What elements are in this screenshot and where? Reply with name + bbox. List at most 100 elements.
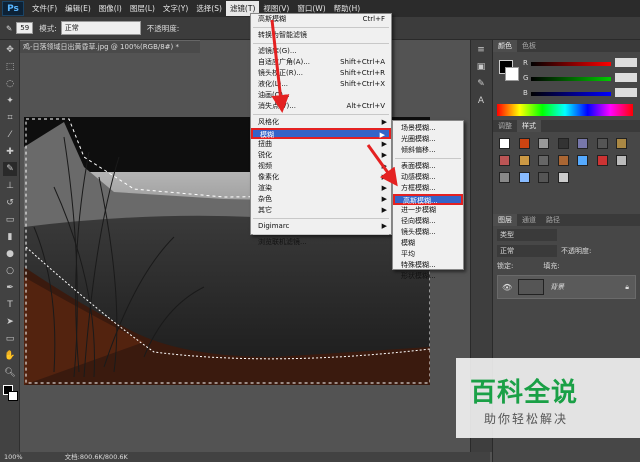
style-swatch[interactable] — [499, 138, 510, 149]
menu-select[interactable]: 选择(S) — [192, 1, 226, 16]
layer-row-background[interactable]: 👁︎ 背景 🔒︎ — [497, 275, 636, 299]
tab-color[interactable]: 颜色 — [493, 40, 517, 52]
history-panel-icon[interactable]: ≡ — [474, 43, 488, 57]
eraser-tool-icon[interactable]: ▭ — [3, 213, 17, 227]
menu-item-sharpen[interactable]: 锐化 ▶ — [251, 150, 391, 161]
menu-item-render[interactable]: 渲染 ▶ — [251, 183, 391, 194]
style-swatch[interactable] — [577, 138, 589, 149]
menu-item-convert-smart-filter[interactable]: 转换为智能滤镜 — [251, 30, 391, 41]
style-swatch[interactable] — [538, 172, 550, 183]
menu-file[interactable]: 文件(F) — [28, 1, 61, 16]
g-value-field[interactable] — [615, 73, 637, 82]
brush-tool-icon[interactable]: ✎ — [3, 162, 17, 176]
character-panel-icon[interactable]: A — [474, 94, 488, 108]
style-swatch[interactable] — [557, 172, 569, 183]
submenu-lens-blur[interactable]: 镜头模糊... — [393, 227, 463, 238]
mode-select[interactable]: 正常 — [60, 21, 141, 35]
lasso-tool-icon[interactable]: ◌ — [3, 77, 17, 91]
submenu-box-blur[interactable]: 方框模糊... — [393, 183, 463, 194]
submenu-tilt-shift[interactable]: 倾斜偏移... — [393, 145, 463, 156]
blend-mode-select[interactable]: 正常 — [497, 245, 557, 257]
style-swatch[interactable] — [538, 138, 550, 149]
crop-tool-icon[interactable]: ⌗ — [3, 111, 17, 125]
menu-item-blur[interactable]: 模糊 ▶ — [251, 128, 391, 139]
tab-styles[interactable]: 样式 — [517, 120, 541, 132]
submenu-average[interactable]: 平均 — [393, 249, 463, 260]
submenu-iris-blur[interactable]: 光圈模糊... — [393, 134, 463, 145]
r-slider[interactable] — [531, 62, 611, 66]
style-swatch[interactable] — [499, 172, 510, 183]
tab-channels[interactable]: 通道 — [517, 214, 541, 226]
eye-icon[interactable]: 👁︎ — [502, 283, 512, 292]
style-swatch[interactable] — [596, 138, 608, 149]
menu-item-filter-gallery[interactable]: 滤镜库(G)... — [251, 46, 391, 57]
submenu-motion-blur[interactable]: 动感模糊... — [393, 172, 463, 183]
style-swatch[interactable] — [577, 155, 589, 166]
b-slider[interactable] — [531, 92, 611, 96]
menu-item-noise[interactable]: 杂色 ▶ — [251, 194, 391, 205]
brush-panel-icon[interactable]: ✎ — [474, 77, 488, 91]
submenu-shape-blur[interactable]: 形状模糊... — [393, 271, 463, 282]
style-swatch[interactable] — [616, 138, 628, 149]
zoom-tool-icon[interactable]: 🔍︎ — [3, 366, 17, 380]
style-swatch[interactable] — [596, 155, 608, 166]
brush-tool-icon[interactable]: ✎ — [6, 24, 12, 33]
menu-item-browse-online[interactable]: 浏览联机滤镜... — [251, 237, 391, 248]
menu-item-other[interactable]: 其它 ▶ — [251, 205, 391, 216]
submenu-gaussian-blur[interactable]: 高斯模糊... — [393, 194, 463, 205]
tab-paths[interactable]: 路径 — [541, 214, 565, 226]
menu-item-vanishing-point[interactable]: 消失点(V)... Alt+Ctrl+V — [251, 101, 391, 112]
style-swatch[interactable] — [538, 155, 550, 166]
stamp-tool-icon[interactable]: ⊥ — [3, 179, 17, 193]
marquee-tool-icon[interactable]: ⬚ — [3, 60, 17, 74]
style-swatch[interactable] — [557, 138, 569, 149]
type-tool-icon[interactable]: T — [3, 298, 17, 312]
gradient-tool-icon[interactable]: ▮ — [3, 230, 17, 244]
style-swatch[interactable] — [518, 172, 530, 183]
style-swatch[interactable] — [499, 155, 510, 166]
blur-tool-icon[interactable]: ● — [3, 247, 17, 261]
style-swatch[interactable] — [518, 138, 530, 149]
menu-type[interactable]: 文字(Y) — [159, 1, 192, 16]
tab-layers[interactable]: 图层 — [493, 214, 517, 226]
submenu-surface-blur[interactable]: 表面模糊... — [393, 161, 463, 172]
quick-select-tool-icon[interactable]: ✦ — [3, 94, 17, 108]
menu-item-pixelate[interactable]: 像素化 ▶ — [251, 172, 391, 183]
submenu-field-blur[interactable]: 场景模糊... — [393, 123, 463, 134]
style-swatch[interactable] — [557, 155, 569, 166]
color-spectrum[interactable] — [497, 104, 633, 116]
menu-item-distort[interactable]: 扭曲 ▶ — [251, 139, 391, 150]
dodge-tool-icon[interactable]: ○ — [3, 264, 17, 278]
menu-item-lens-correction[interactable]: 镜头校正(R)... Shift+Ctrl+R — [251, 68, 391, 79]
menu-image[interactable]: 图像(I) — [95, 1, 126, 16]
menu-item-video[interactable]: 视频 ▶ — [251, 161, 391, 172]
zoom-level[interactable]: 100% — [4, 453, 23, 461]
path-select-tool-icon[interactable]: ➤ — [3, 315, 17, 329]
properties-panel-icon[interactable]: ▣ — [474, 60, 488, 74]
submenu-blur-more[interactable]: 进一步模糊 — [393, 205, 463, 216]
menu-item-digimarc[interactable]: Digimarc ▶ — [251, 221, 391, 232]
tab-adjustments[interactable]: 调整 — [493, 120, 517, 132]
menu-item-liquify[interactable]: 液化(L)... Shift+Ctrl+X — [251, 79, 391, 90]
eyedropper-tool-icon[interactable]: ⁄ — [3, 128, 17, 142]
g-slider[interactable] — [531, 77, 611, 81]
healing-tool-icon[interactable]: ✚ — [3, 145, 17, 159]
menu-item-stylize[interactable]: 风格化 ▶ — [251, 117, 391, 128]
pen-tool-icon[interactable]: ✒ — [3, 281, 17, 295]
submenu-smart-blur[interactable]: 特殊模糊... — [393, 260, 463, 271]
history-brush-icon[interactable]: ↺ — [3, 196, 17, 210]
shape-tool-icon[interactable]: ▭ — [3, 332, 17, 346]
move-tool-icon[interactable]: ✥ — [3, 43, 17, 57]
background-color-swatch[interactable] — [505, 67, 519, 81]
brush-size-field[interactable]: 59 — [16, 22, 34, 34]
tab-swatches[interactable]: 色板 — [517, 40, 541, 52]
menu-edit[interactable]: 编辑(E) — [61, 1, 95, 16]
layer-name[interactable]: 背景 — [550, 282, 564, 292]
menu-item-adaptive-wide-angle[interactable]: 自适应广角(A)... Shift+Ctrl+A — [251, 57, 391, 68]
menu-item-oil-paint[interactable]: 油画(O)... — [251, 90, 391, 101]
color-swatches-icon[interactable] — [3, 383, 18, 403]
style-swatch[interactable] — [518, 155, 530, 166]
document-tab[interactable]: 鸡-日落领域日出黄昏草.jpg @ 100%(RGB/8#) * — [20, 40, 200, 53]
menu-item-last-filter[interactable]: 高斯模糊 Ctrl+F — [251, 14, 391, 25]
hand-tool-icon[interactable]: ✋ — [3, 349, 17, 363]
